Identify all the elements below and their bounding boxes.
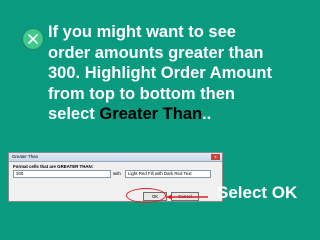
- x-icon: [28, 34, 38, 44]
- instruction-line: 300. Highlight Order Amount: [48, 64, 272, 82]
- dialog-prompt-label: Format cells that are GREATER THAN:: [13, 164, 94, 169]
- dialog-title: Greater Than: [12, 154, 39, 159]
- instruction-suffix: ..: [202, 105, 212, 123]
- instruction-line: select Greater Than..: [48, 104, 318, 125]
- instruction-line: from top to bottom then: [48, 84, 235, 103]
- instruction-prefix: select: [48, 105, 100, 123]
- arrow-icon: [166, 194, 208, 200]
- select-ok-callout: Select OK: [217, 183, 298, 202]
- x-badge-icon: [22, 28, 44, 50]
- close-button[interactable]: x: [211, 154, 220, 160]
- ok-highlight-ring: [126, 188, 166, 203]
- dialog-title-bar: Greater Than x: [9, 153, 222, 162]
- value-input[interactable]: 300: [13, 170, 111, 178]
- with-label: with: [113, 171, 121, 176]
- format-select[interactable]: Light Red Fill with Dark Red Text: [125, 170, 211, 178]
- instruction-line: order amounts greater than: [48, 43, 264, 62]
- instruction-line: If you might want to see: [48, 23, 236, 41]
- instruction-text: If you might want to see order amounts g…: [48, 22, 318, 125]
- greater-than-highlight: Greater Than: [99, 105, 203, 123]
